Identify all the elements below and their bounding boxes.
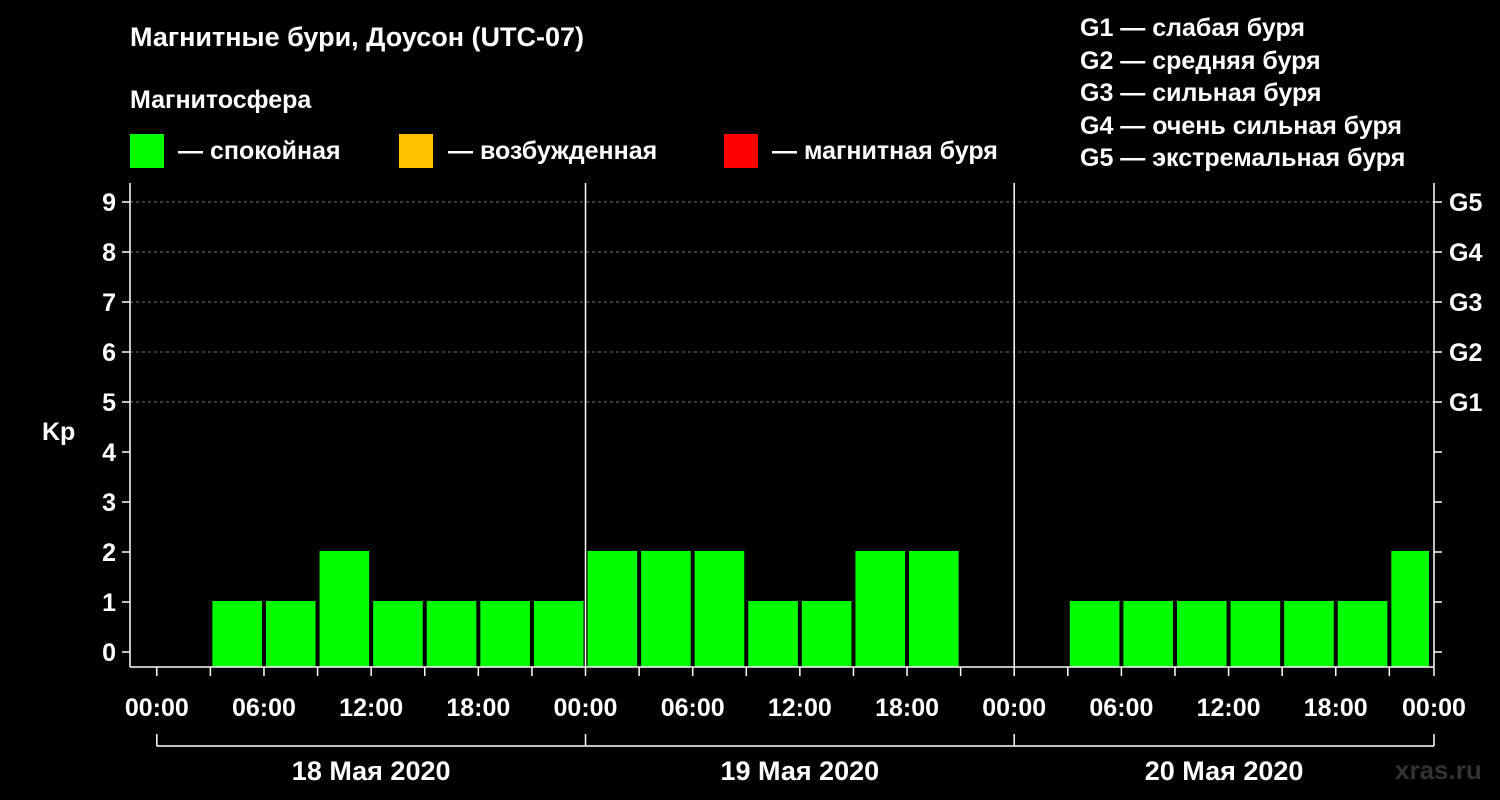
bar-22 xyxy=(1337,601,1388,667)
y-tick-label-8: 8 xyxy=(102,239,116,267)
y-tick-label-3: 3 xyxy=(102,489,116,517)
day-label-0: 18 Мая 2020 xyxy=(292,756,451,786)
x-tick-label-12: 00:00 xyxy=(1402,694,1466,722)
y-tick-label-6: 6 xyxy=(102,339,116,367)
bar-14 xyxy=(909,551,959,667)
x-tick-label-0: 00:00 xyxy=(125,694,189,722)
x-tick-label-5: 06:00 xyxy=(661,694,725,722)
bar-19 xyxy=(1176,601,1227,667)
g-axis-label-g2: G2 xyxy=(1449,339,1482,367)
y-tick-label-2: 2 xyxy=(102,539,116,567)
bar-21 xyxy=(1284,601,1334,667)
x-tick-label-3: 18:00 xyxy=(446,694,510,722)
bar-6 xyxy=(480,601,530,667)
bar-2 xyxy=(265,601,316,667)
bar-3 xyxy=(319,551,370,667)
x-tick-label-10: 12:00 xyxy=(1197,694,1261,722)
watermark: xras.ru xyxy=(1395,755,1482,785)
x-tick-label-4: 00:00 xyxy=(554,694,618,722)
x-tick-label-1: 06:00 xyxy=(232,694,296,722)
x-tick-label-6: 12:00 xyxy=(768,694,832,722)
bar-11 xyxy=(748,601,798,667)
bar-18 xyxy=(1123,601,1173,667)
y-axis-label: Kp xyxy=(42,418,75,446)
y-tick-label-9: 9 xyxy=(102,189,116,217)
day-label-2: 20 Мая 2020 xyxy=(1145,756,1304,786)
g-axis-label-g3: G3 xyxy=(1449,289,1482,317)
x-tick-label-7: 18:00 xyxy=(875,694,939,722)
y-tick-label-0: 0 xyxy=(102,639,116,667)
bar-20 xyxy=(1230,601,1281,667)
y-tick-label-1: 1 xyxy=(102,589,116,617)
g-axis-label-g5: G5 xyxy=(1449,189,1482,217)
bar-1 xyxy=(212,601,262,667)
bar-10 xyxy=(694,551,745,667)
x-tick-label-11: 18:00 xyxy=(1304,694,1368,722)
x-tick-label-2: 12:00 xyxy=(339,694,403,722)
bar-7 xyxy=(533,601,584,667)
bar-4 xyxy=(373,601,423,667)
x-tick-label-8: 00:00 xyxy=(982,694,1046,722)
x-tick-label-9: 06:00 xyxy=(1089,694,1153,722)
y-tick-label-7: 7 xyxy=(102,289,116,317)
kp-bar-chart: 0 1 2 3 4 5 6 7 8 9 G1 G2 G3 G4 G5 Kp 00:00 06:00 12:00 18:… xyxy=(42,183,1482,786)
day-label-1: 19 Мая 2020 xyxy=(721,756,880,786)
g-axis-label-g4: G4 xyxy=(1449,239,1482,267)
bar-5 xyxy=(426,601,477,667)
bar-9 xyxy=(641,551,691,667)
bar-13 xyxy=(855,551,906,667)
y-tick-label-4: 4 xyxy=(102,439,116,467)
g-axis-label-g1: G1 xyxy=(1449,389,1482,417)
bar-12 xyxy=(801,601,852,667)
bar-23 xyxy=(1391,551,1429,667)
y-tick-label-5: 5 xyxy=(102,389,116,417)
bar-8 xyxy=(587,551,638,667)
bar-17 xyxy=(1069,601,1120,667)
